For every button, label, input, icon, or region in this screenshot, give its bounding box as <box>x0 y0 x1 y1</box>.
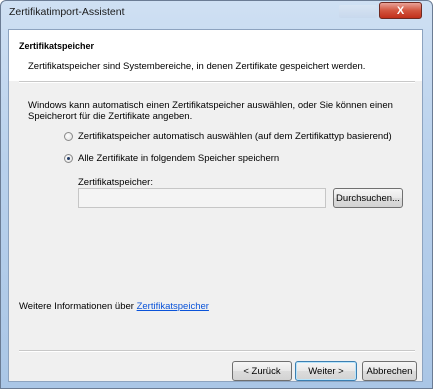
wizard-page: Zertifikatspeicher Zertifikatspeicher si… <box>8 29 423 382</box>
certificate-store-link[interactable]: Zertifikatspeicher <box>137 301 209 312</box>
title-bar[interactable]: Zertifikatimport-Assistent X <box>1 1 432 23</box>
close-button[interactable]: X <box>379 2 422 19</box>
radio-auto-select-label: Zertifikatspeicher automatisch auswählen… <box>78 131 392 142</box>
cancel-button[interactable]: Abbrechen <box>362 361 417 381</box>
page-title: Zertifikatspeicher <box>19 41 95 51</box>
footer-divider <box>19 350 415 352</box>
header-band: Zertifikatspeicher Zertifikatspeicher si… <box>9 30 422 81</box>
window-title: Zertifikatimport-Assistent <box>9 6 125 18</box>
radio-auto-select-icon[interactable] <box>64 132 73 141</box>
more-info-text: Weitere Informationen über Zertifikatspe… <box>19 301 209 312</box>
minimize-maximize-buttons <box>339 5 377 18</box>
page-description: Zertifikatspeicher sind Systembereiche, … <box>28 61 366 72</box>
radio-auto-select[interactable]: Zertifikatspeicher automatisch auswählen… <box>64 131 392 142</box>
next-button[interactable]: Weiter > <box>295 361 357 381</box>
back-button[interactable]: < Zurück <box>232 361 292 381</box>
store-label: Zertifikatspeicher: <box>78 177 153 188</box>
certificate-import-wizard-window: Zertifikatimport-Assistent X Zertifikats… <box>0 0 433 389</box>
more-info-prefix: Weitere Informationen über <box>19 301 137 312</box>
radio-store-all-icon[interactable] <box>64 154 73 163</box>
store-input[interactable] <box>78 188 326 208</box>
radio-store-all[interactable]: Alle Zertifikate in folgendem Speicher s… <box>64 153 279 164</box>
radio-store-all-label: Alle Zertifikate in folgendem Speicher s… <box>78 153 280 164</box>
browse-button[interactable]: Durchsuchen... <box>333 188 403 208</box>
intro-text: Windows kann automatisch einen Zertifika… <box>28 100 393 122</box>
header-divider <box>19 81 415 83</box>
close-icon: X <box>396 4 405 17</box>
